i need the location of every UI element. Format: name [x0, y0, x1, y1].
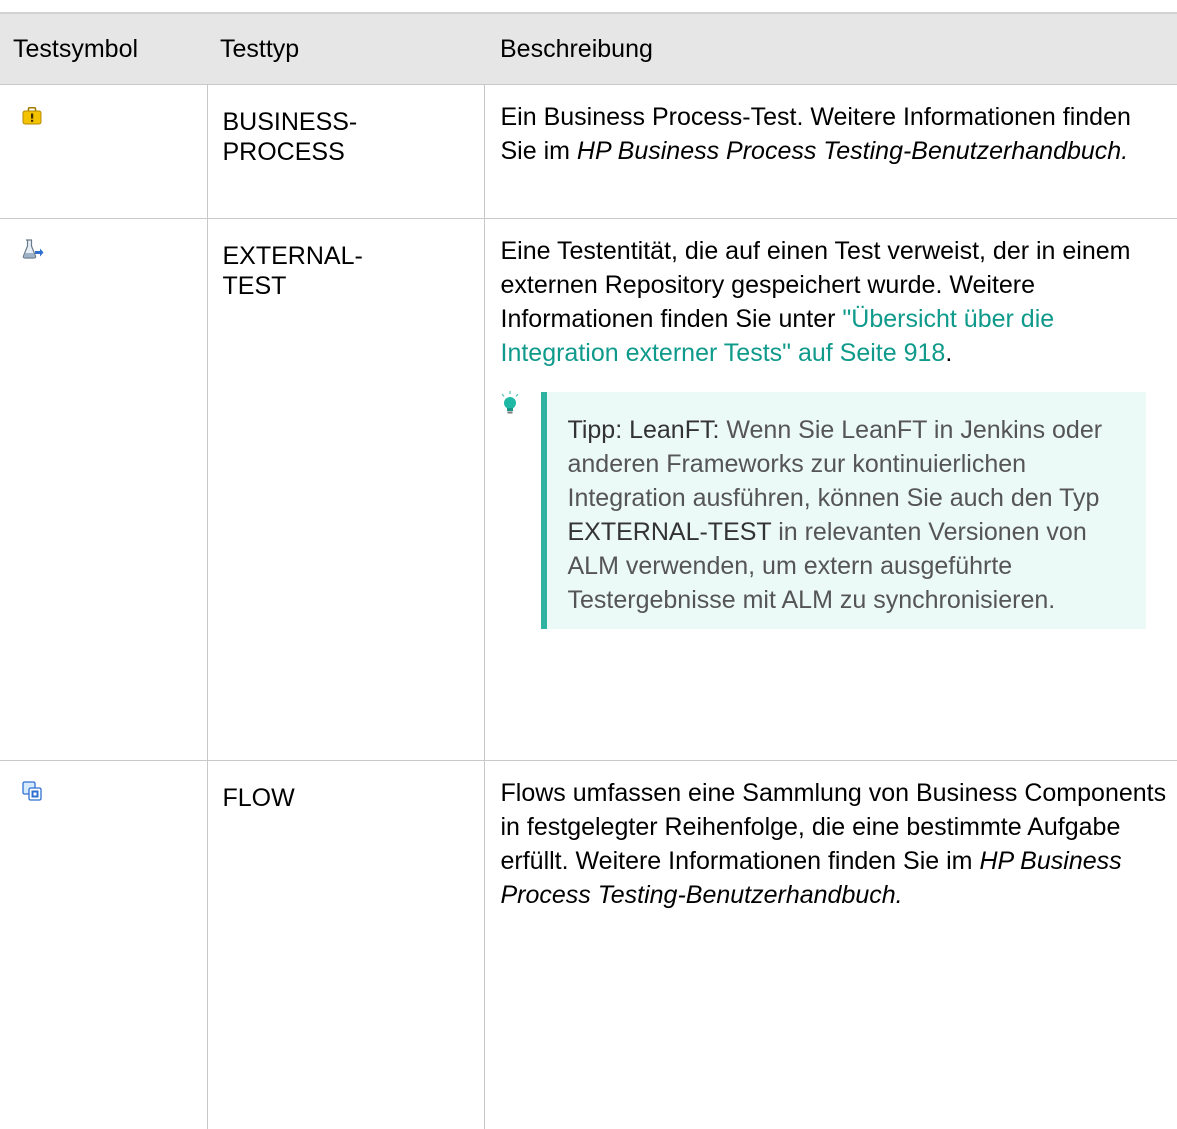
lightbulb-icon — [499, 390, 521, 421]
icon-cell — [0, 759, 208, 1129]
type-name-line1: FLOW — [222, 783, 295, 812]
table-row: BUSINESS- PROCESS Ein Business Process-T… — [0, 83, 1177, 218]
tip-highlight: EXTERNAL-TEST — [567, 517, 772, 546]
type-cell: EXTERNAL- TEST — [207, 217, 485, 760]
table-row: EXTERNAL- TEST Eine Testentität, die auf… — [0, 217, 1177, 760]
type-name-line2: PROCESS — [222, 137, 345, 166]
icon-cell — [0, 83, 208, 218]
type-name-line1: BUSINESS- — [222, 107, 358, 136]
description-period: . — [945, 338, 953, 367]
flow-icon — [22, 779, 42, 808]
type-name-line2: TEST — [222, 271, 287, 300]
tip-box: Tipp: LeanFT: Wenn Sie LeanFT in Jenkins… — [540, 391, 1146, 629]
type-cell: FLOW — [207, 759, 485, 1129]
description-cell: Ein Business Process-Test. Weitere Infor… — [484, 83, 1177, 218]
icon-cell — [0, 217, 208, 760]
tip-callout: Tipp: LeanFT: Wenn Sie LeanFT in Jenkins… — [485, 390, 1168, 629]
description-cell: Flows umfassen eine Sammlung von Busines… — [484, 759, 1177, 1129]
header-beschreibung: Beschreibung — [484, 12, 1177, 84]
external-test-icon — [22, 237, 44, 266]
type-name-line1: EXTERNAL- — [222, 241, 363, 270]
description-cell: Eine Testentität, die auf einen Test ver… — [484, 217, 1177, 760]
description-guide-title: HP Business Process Testing-Benutzerhand… — [576, 136, 1129, 165]
table-header-row: Testsymbol Testtyp Beschreibung — [0, 12, 1177, 84]
test-types-table: Testsymbol Testtyp Beschreibung BUSINESS… — [0, 12, 1177, 1129]
header-testsymbol: Testsymbol — [0, 12, 207, 84]
business-process-icon — [22, 103, 42, 132]
type-cell: BUSINESS- PROCESS — [207, 83, 485, 218]
header-testtyp: Testtyp — [207, 12, 484, 84]
table-row: FLOW Flows umfassen eine Sammlung von Bu… — [0, 759, 1177, 1129]
tip-label: Tipp: LeanFT: — [567, 415, 720, 444]
